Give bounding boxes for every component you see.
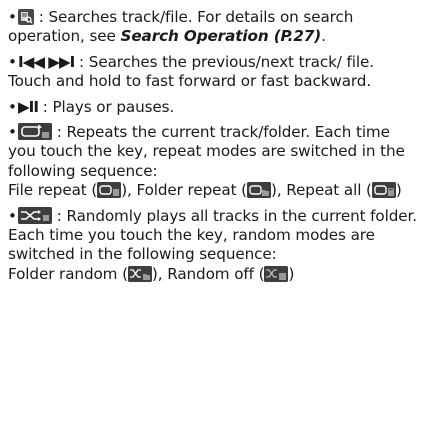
item-text: : Randomly plays all tracks in the curre… [8,206,418,264]
seq-label: Folder repeat ( [136,181,247,200]
random-sequence: Folder random ( ), Random off ( ) [8,265,419,284]
folder-random-icon [127,265,152,282]
page-reference-link[interactable]: Search Operation (P.27) [121,27,322,45]
list-item-prev-next: •I◀◀ ▶▶I : Searches the previous/next tr… [4,53,419,92]
seq-label: Repeat all ( [286,181,372,200]
seq-close: ) [395,181,402,200]
repeat-icon [18,123,52,141]
list-item-search: • : Searches track/file. For details on … [4,8,419,47]
seq-label: Folder random ( [8,264,128,283]
repeat-sequence: File repeat ( ), Folder repeat ( ), Repe… [8,181,419,200]
play-pause-icon: ▶II [18,97,39,116]
seq-close: ), [121,181,137,200]
folder-repeat-icon [247,182,271,199]
item-text: : Plays or pauses. [37,97,175,116]
seq-label: File repeat ( [8,181,98,200]
repeat-all-icon [371,182,396,199]
bullet: • [8,206,17,225]
item-text: : Searches the previous/next track/ file… [74,52,374,71]
file-repeat-icon [97,182,122,199]
list-item-repeat: • : Repeats the current track/folder. Ea… [4,123,419,201]
seq-close: ), [151,264,168,283]
seq-label: Random off ( [167,264,265,283]
seq-close: ), [271,181,287,200]
bullet: • [8,52,17,71]
item-text-line2: Touch and hold to fast forward or fast b… [8,72,372,91]
list-item-random: • : Randomly plays all tracks in the cur… [4,206,419,285]
random-off-icon [264,265,289,282]
prev-next-icon: I◀◀ ▶▶I [18,52,75,71]
seq-close: ) [288,264,295,283]
bullet: • [8,97,17,116]
list-item-play-pause: •▶II : Plays or pauses. [4,98,419,117]
item-text-end: . [321,27,326,46]
bullet: • [8,8,17,26]
manual-page: • : Searches track/file. For details on … [0,0,425,284]
search-icon [18,9,34,25]
item-text: : Repeats the current track/folder. Each… [8,123,405,180]
random-icon [18,206,52,224]
bullet: • [8,123,17,142]
